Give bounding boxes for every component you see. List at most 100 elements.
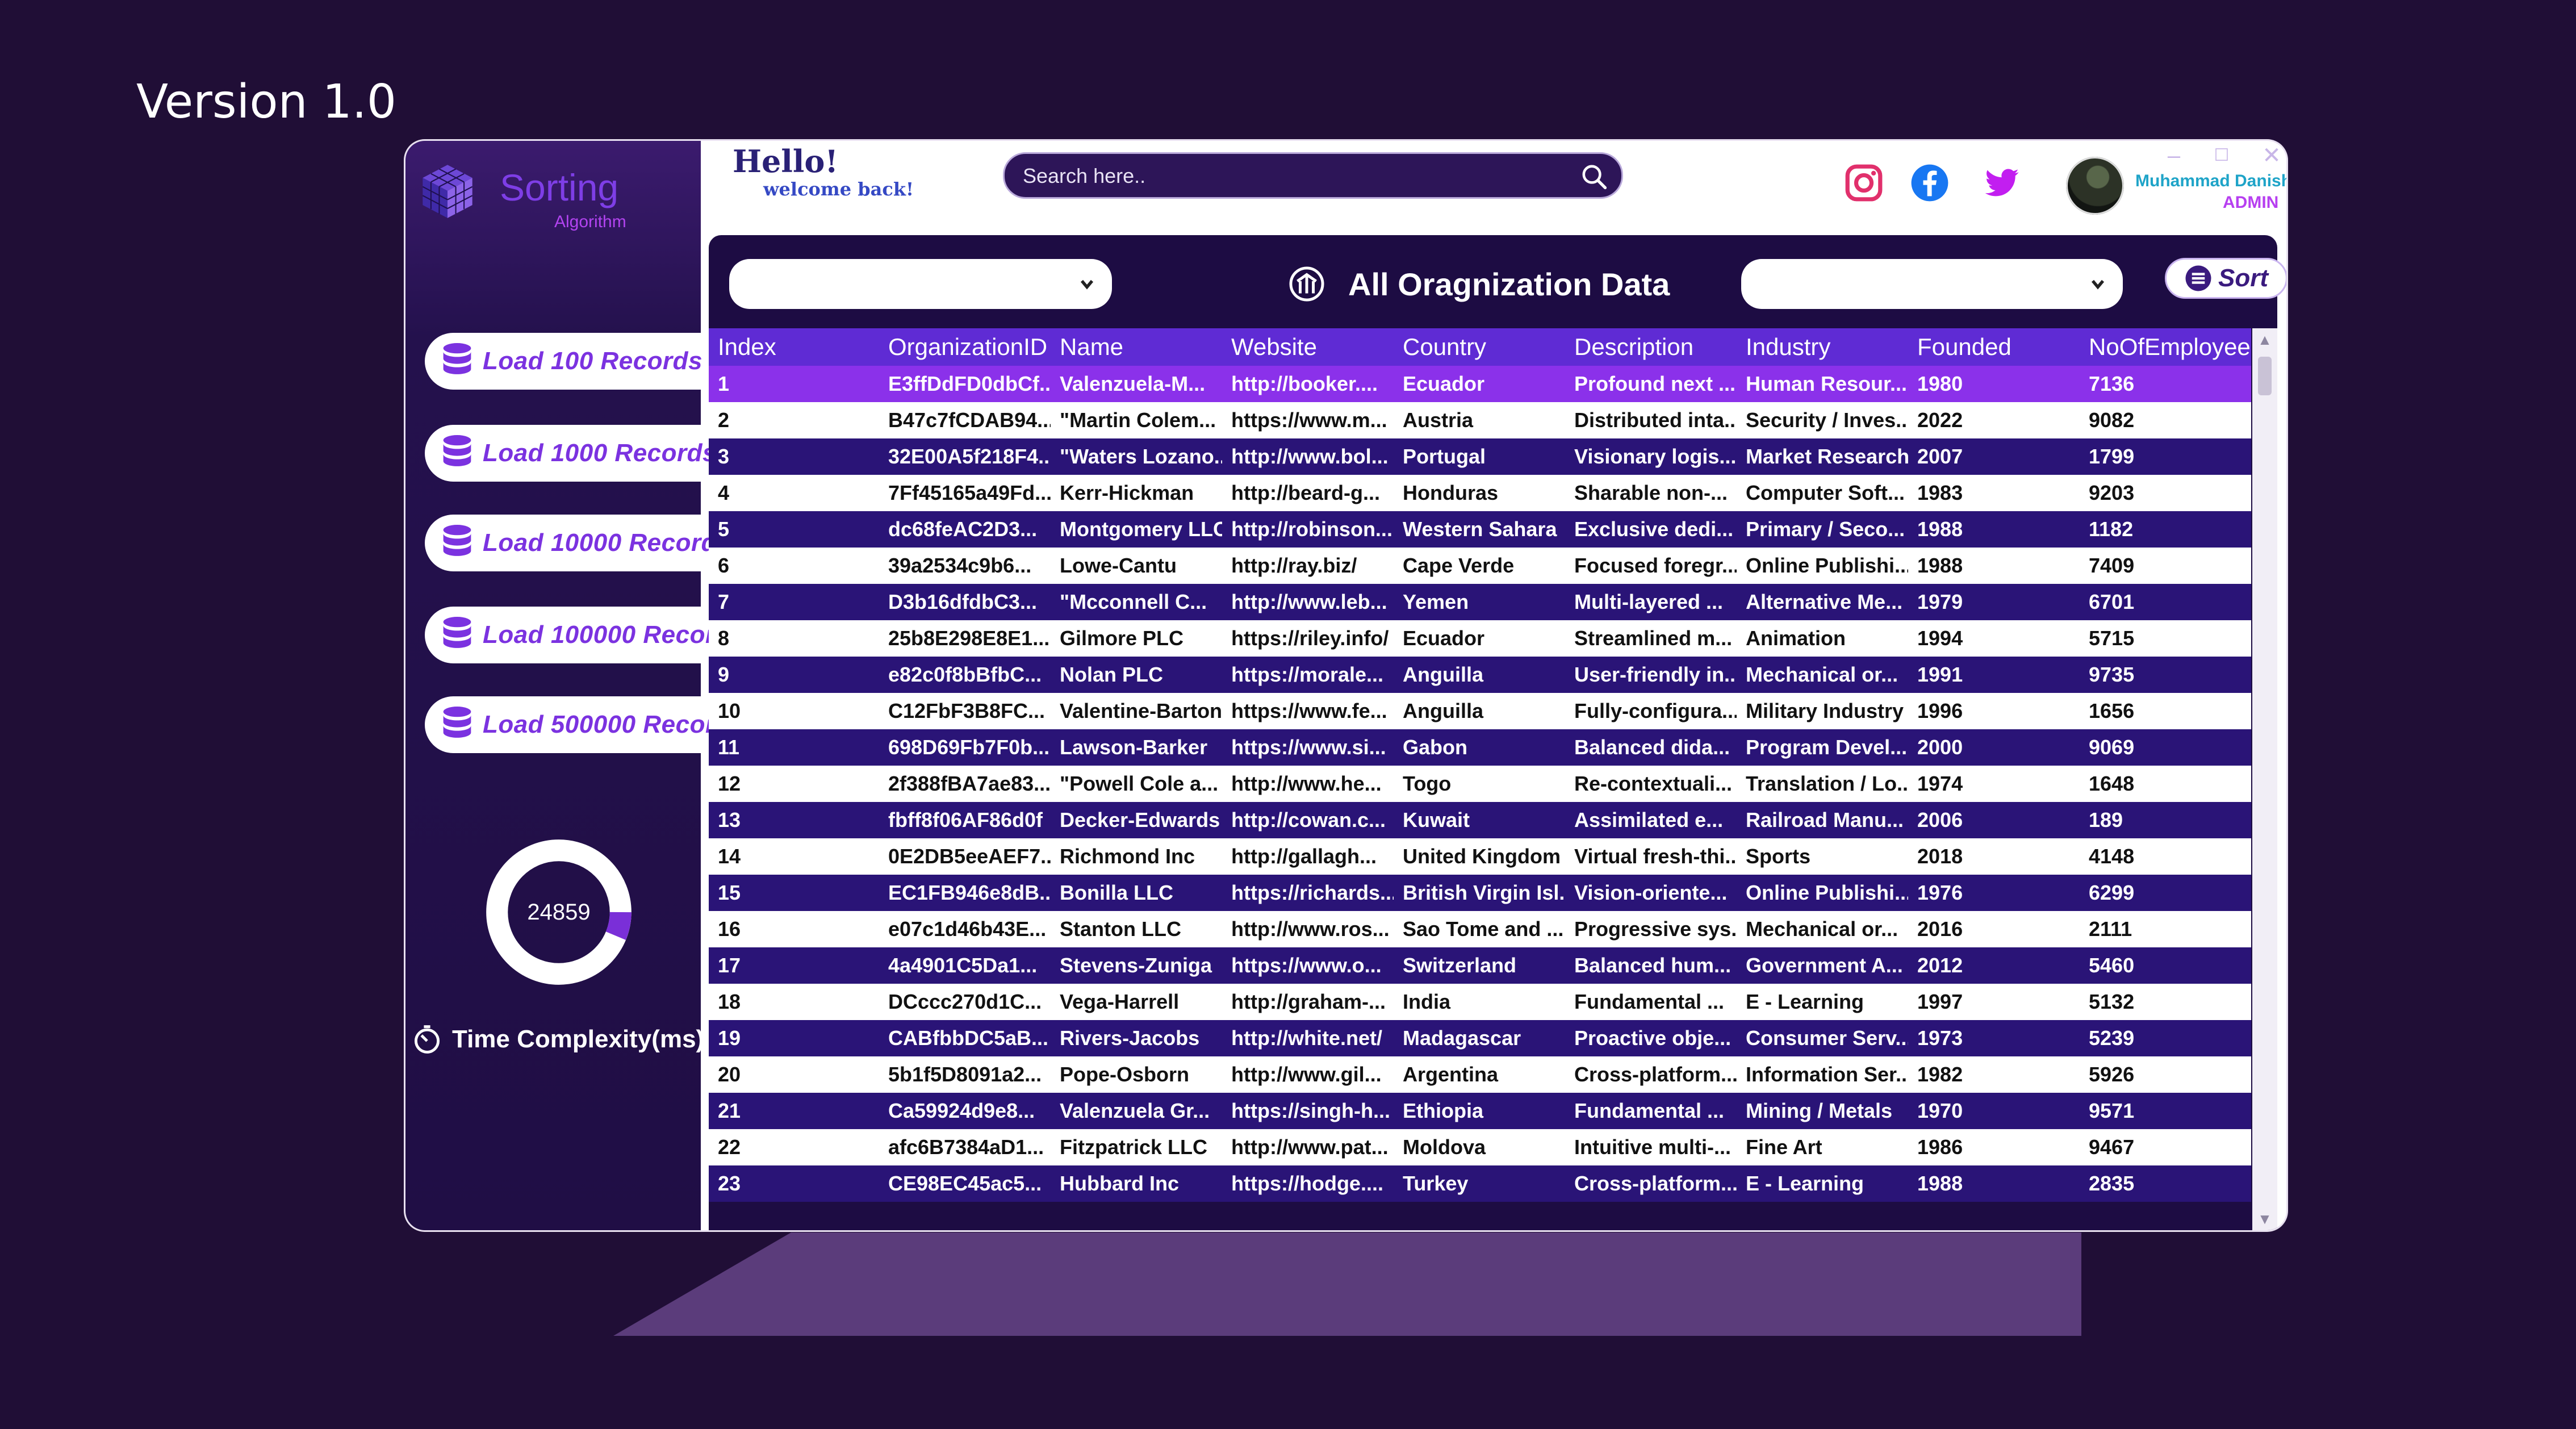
table-cell: 1988 (1908, 548, 2080, 584)
table-cell: https://www.o... (1222, 947, 1394, 984)
table-cell: Richmond Inc (1051, 838, 1222, 875)
column-header[interactable]: Website (1222, 328, 1394, 366)
table-cell: Portugal (1394, 438, 1565, 475)
load-100-button[interactable]: Load 100 Records (425, 333, 702, 390)
table-cell: Vision-oriente... (1565, 875, 1737, 911)
table-cell: Railroad Manu... (1737, 802, 1908, 838)
table-cell: 1979 (1908, 584, 2080, 620)
table-row[interactable]: 6 39a2534c9b6... Lowe-Cantu http://ray.biz/… (709, 548, 2251, 584)
instagram-icon[interactable] (1843, 162, 1884, 203)
table-row[interactable]: 5 dc68feAC2D3... Montgomery LLC http://robi… (709, 511, 2251, 548)
column-header[interactable]: Founded (1908, 328, 2080, 366)
table-cell: 7Ff45165a49Fd... (879, 475, 1051, 511)
search-icon[interactable] (1579, 162, 1609, 191)
table-row[interactable]: 2 B47c7fCDAB94... "Martin Colem... https://… (709, 402, 2251, 438)
table-cell: 7409 (2080, 548, 2251, 584)
table-header-row: Index OrganizationID Name Website Country Des… (709, 328, 2251, 366)
table-row[interactable]: 7 D3b16dfdbC3... "Mcconnell C... http://www… (709, 584, 2251, 620)
table-cell: 7 (709, 584, 879, 620)
column-header[interactable]: Description (1565, 328, 1737, 366)
table-row[interactable]: 15 EC1FB946e8dB... Bonilla LLC https://rich… (709, 875, 2251, 911)
table-cell: 5715 (2080, 620, 2251, 657)
table-cell: http://cowan.c... (1222, 802, 1394, 838)
load-500000-button[interactable]: Load 500000 Records (425, 696, 745, 753)
table-cell: Balanced hum... (1565, 947, 1737, 984)
scrollbar-thumb[interactable] (2258, 357, 2272, 395)
table-cell: 2000 (1908, 729, 2080, 766)
load-100000-button[interactable]: Load 100000 Records (425, 607, 745, 663)
table-cell: 2006 (1908, 802, 2080, 838)
table-row[interactable]: 16 e07c1d46b43E... Stanton LLC http://www.r… (709, 911, 2251, 947)
load-10000-button[interactable]: Load 10000 Records (425, 515, 730, 571)
table-row[interactable]: 9 e82c0f8bBfbC... Nolan PLC https://morale.… (709, 657, 2251, 693)
scroll-up-icon[interactable]: ▲ (2252, 328, 2277, 351)
table-cell: http://robinson... (1222, 511, 1394, 548)
column-header[interactable]: Industry (1737, 328, 1908, 366)
table-cell: 0E2DB5eeAEF7... (879, 838, 1051, 875)
table-row[interactable]: 1 E3ffDdFD0dbCf... Valenzuela-M... http://b… (709, 366, 2251, 402)
table-cell: 2022 (1908, 402, 2080, 438)
table-cell: CABfbbDC5aB... (879, 1020, 1051, 1056)
algorithm-select[interactable] (1741, 259, 2123, 309)
facebook-icon[interactable] (1909, 162, 1950, 203)
table-cell: 2111 (2080, 911, 2251, 947)
table-cell: 4a4901C5Da1... (879, 947, 1051, 984)
table-row[interactable]: 8 25b8E298E8E1... Gilmore PLC https://riley… (709, 620, 2251, 657)
search-input[interactable] (1022, 154, 1569, 198)
close-icon[interactable]: ✕ (2259, 143, 2284, 168)
scroll-down-icon[interactable]: ▼ (2252, 1207, 2277, 1230)
table-row[interactable]: 12 2f388fBA7ae83... "Powell Cole a... http:… (709, 766, 2251, 802)
table-cell: Fully-configura... (1565, 693, 1737, 729)
sort-button[interactable]: Sort (2165, 258, 2286, 299)
table-cell: Military Industry (1737, 693, 1908, 729)
table-row[interactable]: 22 afc6B7384aD1... Fitzpatrick LLC http://w… (709, 1129, 2251, 1165)
column-header[interactable]: Name (1051, 328, 1222, 366)
table-cell: 9082 (2080, 402, 2251, 438)
sort-label: Sort (2218, 264, 2268, 292)
table-cell: Fundamental ... (1565, 1093, 1737, 1129)
main-panel: All Oragnization Data Sort Index Organiz… (709, 235, 2286, 1230)
table-row[interactable]: 17 4a4901C5Da1... Stevens-Zuniga https://ww… (709, 947, 2251, 984)
table-row[interactable]: 4 7Ff45165a49Fd... Kerr-Hickman http://bear… (709, 475, 2251, 511)
table-row[interactable]: 10 C12FbF3B8FC... Valentine-Barton https://… (709, 693, 2251, 729)
table-cell: Assimilated e... (1565, 802, 1737, 838)
column-select[interactable] (729, 259, 1112, 309)
table-cell: Ecuador (1394, 366, 1565, 402)
table-cell: 2 (709, 402, 879, 438)
database-icon (443, 525, 471, 556)
table-cell: https://riley.info/ (1222, 620, 1394, 657)
search-bar[interactable] (1003, 152, 1623, 199)
table-row[interactable]: 19 CABfbbDC5aB... Rivers-Jacobs http://whit… (709, 1020, 2251, 1056)
table-cell: Animation (1737, 620, 1908, 657)
table-row[interactable]: 13 fbff8f06AF86d0f Decker-Edwards http://co… (709, 802, 2251, 838)
table-cell: C12FbF3B8FC... (879, 693, 1051, 729)
column-header[interactable]: NoOfEmployees (2080, 328, 2251, 366)
table-cell: Switzerland (1394, 947, 1565, 984)
load-1000-button[interactable]: Load 1000 Records (425, 425, 717, 482)
table-row[interactable]: 21 Ca59924d9e8... Valenzuela Gr... https://… (709, 1093, 2251, 1129)
table-row[interactable]: 11 698D69Fb7F0b... Lawson-Barker https://ww… (709, 729, 2251, 766)
column-header[interactable]: OrganizationID (879, 328, 1051, 366)
table-row[interactable]: 18 DCccc270d1C... Vega-Harrell http://graha… (709, 984, 2251, 1020)
table-cell: D3b16dfdbC3... (879, 584, 1051, 620)
column-header[interactable]: Country (1394, 328, 1565, 366)
table-row[interactable]: 3 32E00A5f218F4... "Waters Lozano... http:/… (709, 438, 2251, 475)
greeting: Hello! (733, 143, 839, 179)
column-header[interactable]: Index (709, 328, 879, 366)
maximize-icon[interactable]: ☐ (2209, 143, 2234, 168)
minimize-icon[interactable]: – (2161, 143, 2186, 168)
table-cell: Gilmore PLC (1051, 620, 1222, 657)
table-cell: 8 (709, 620, 879, 657)
table-row[interactable]: 20 5b1f5D8091a2... Pope-Osborn http://www.g… (709, 1056, 2251, 1093)
twitter-icon[interactable] (1981, 162, 2022, 203)
vertical-scrollbar[interactable]: ▲ ▼ (2252, 328, 2277, 1230)
table-cell: Streamlined m... (1565, 620, 1737, 657)
table-row[interactable]: 14 0E2DB5eeAEF7... Richmond Inc http://gall… (709, 838, 2251, 875)
table-cell: 12 (709, 766, 879, 802)
table-body: 1 E3ffDdFD0dbCf... Valenzuela-M... http://b… (709, 366, 2251, 1202)
table-cell: 9467 (2080, 1129, 2251, 1165)
table-cell: 5239 (2080, 1020, 2251, 1056)
avatar[interactable] (2066, 157, 2124, 215)
table-row[interactable]: 23 CE98EC45ac5... Hubbard Inc https://hodge… (709, 1165, 2251, 1202)
table-cell: 1991 (1908, 657, 2080, 693)
